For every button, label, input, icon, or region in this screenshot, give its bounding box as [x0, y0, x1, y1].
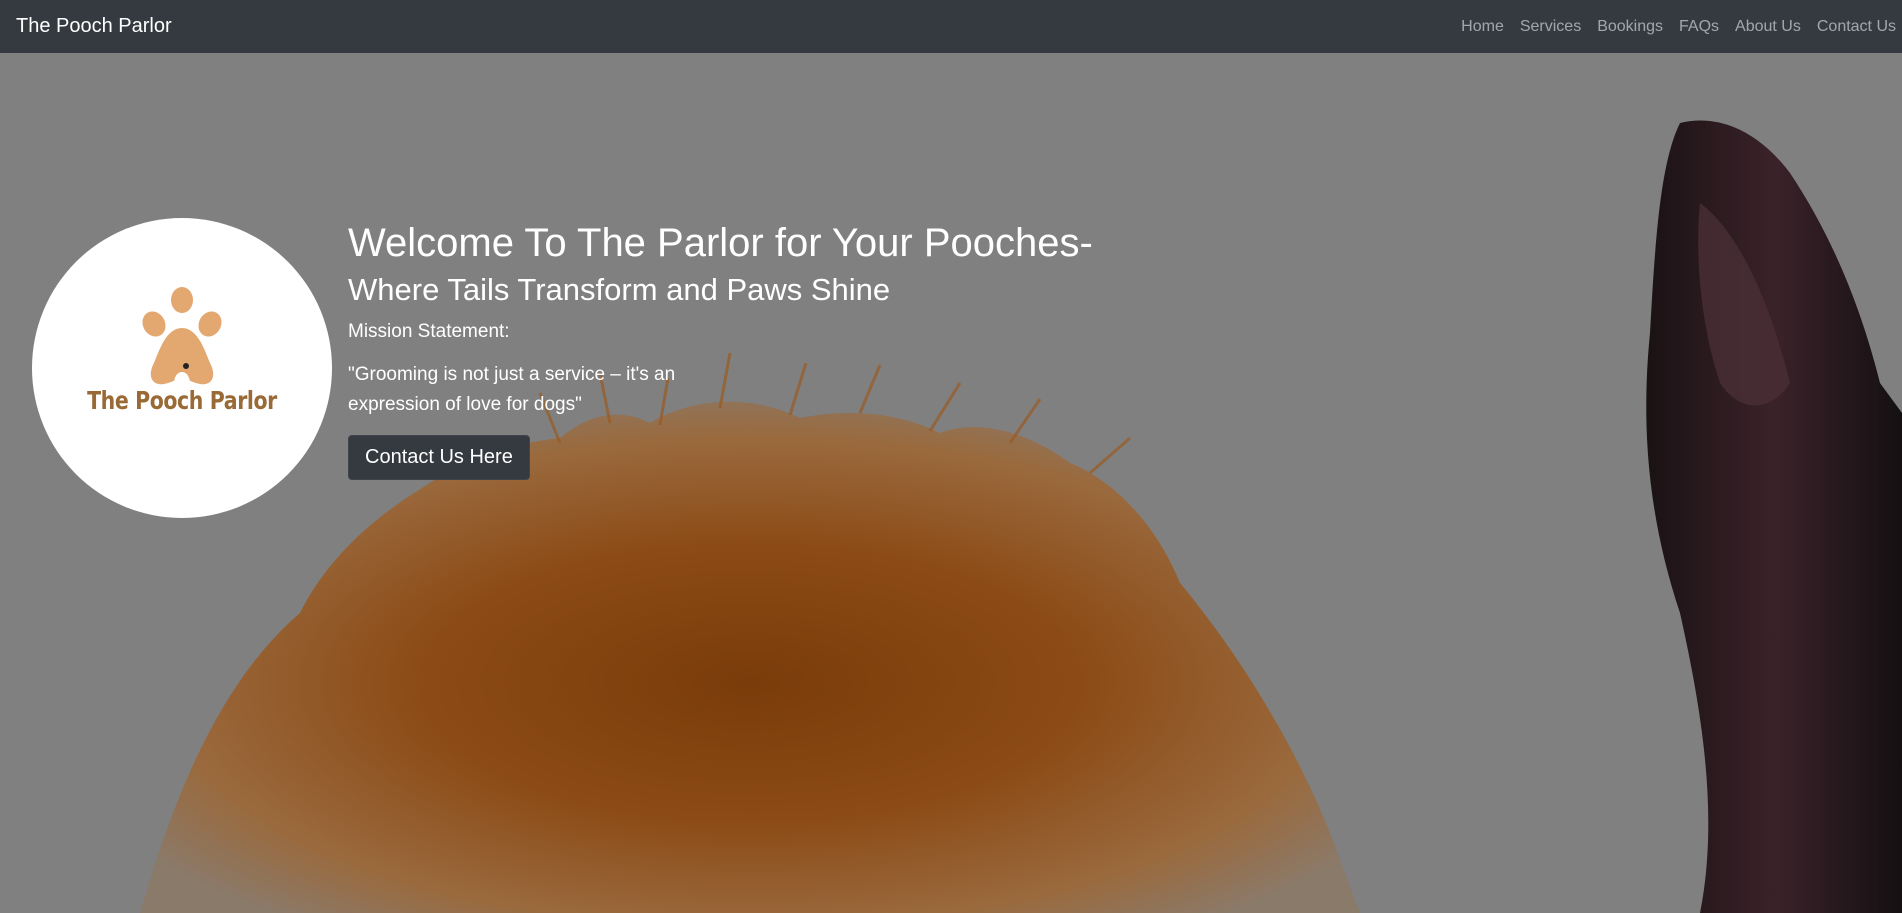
nav-about-us[interactable]: About Us: [1735, 18, 1801, 36]
logo-circle: The Pooch Parlor: [32, 218, 332, 518]
mission-label: Mission Statement:: [348, 321, 510, 342]
logo-brand-text: The Pooch Parlor: [87, 386, 277, 415]
top-navbar: The Pooch Parlor Home Services Bookings …: [0, 0, 1902, 53]
brand-link[interactable]: The Pooch Parlor: [16, 15, 172, 38]
contact-us-button[interactable]: Contact Us Here: [348, 435, 530, 480]
nav-faqs[interactable]: FAQs: [1679, 18, 1719, 36]
hero-subtitle: Where Tails Transform and Paws Shine: [348, 272, 891, 307]
nav-home[interactable]: Home: [1461, 18, 1504, 36]
hero-section: The Pooch Parlor Welcome To The Parlor f…: [0, 53, 1902, 913]
hero-text-block: Welcome To The Parlor for Your Pooches- …: [348, 219, 1093, 480]
mission-quote: "Grooming is not just a service – it's a…: [348, 364, 676, 415]
paw-icon: [142, 287, 222, 385]
nav-bookings[interactable]: Bookings: [1597, 18, 1663, 36]
nav-links: Home Services Bookings FAQs About Us Con…: [1445, 18, 1896, 36]
hero-title: Welcome To The Parlor for Your Pooches-: [348, 221, 1093, 265]
nav-contact-us[interactable]: Contact Us: [1817, 18, 1896, 36]
nav-services[interactable]: Services: [1520, 18, 1581, 36]
